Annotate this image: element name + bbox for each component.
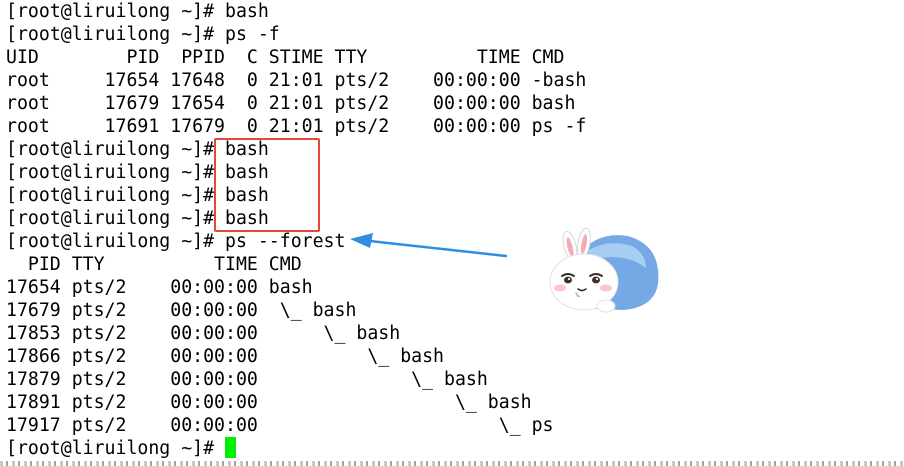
terminal-line-19: 17917 pts/2 00:00:00 \_ ps (6, 415, 554, 436)
terminal-line-13: 17654 pts/2 00:00:00 bash (6, 277, 313, 298)
terminal-line-15: 17853 pts/2 00:00:00 \_ bash (6, 323, 401, 344)
terminal-line-3: UID PID PPID C STIME TTY TIME CMD (6, 47, 565, 68)
bottom-divider (0, 461, 904, 466)
terminal-line-16: 17866 pts/2 00:00:00 \_ bash (6, 346, 444, 367)
terminal-prompt-line[interactable]: [root@liruilong ~]# (6, 437, 236, 460)
blue-arrow-icon (350, 233, 508, 258)
terminal-line-6: root 17691 17679 0 21:01 pts/2 00:00:00 … (6, 116, 587, 137)
terminal-line-2: [root@liruilong ~]# ps -f (6, 24, 280, 45)
terminal-line-1: [root@liruilong ~]# bash (6, 1, 269, 22)
terminal-line-17: 17879 pts/2 00:00:00 \_ bash (6, 369, 488, 390)
terminal-line-18: 17891 pts/2 00:00:00 \_ bash (6, 392, 532, 413)
terminal-line-14: 17679 pts/2 00:00:00 \_ bash (6, 300, 357, 321)
red-highlight-box (214, 138, 320, 232)
terminal-line-5: root 17679 17654 0 21:01 pts/2 00:00:00 … (6, 93, 576, 114)
terminal-line-12: PID TTY TIME CMD (6, 254, 302, 275)
terminal-line-4: root 17654 17648 0 21:01 pts/2 00:00:00 … (6, 70, 587, 91)
terminal-cursor (225, 437, 236, 458)
prompt-text: [root@liruilong ~]# (6, 438, 225, 459)
bunny-sticker-icon (549, 227, 659, 313)
terminal-line-11: [root@liruilong ~]# ps --forest (6, 231, 346, 252)
terminal-window[interactable]: [root@liruilong ~]# bash [root@liruilong… (0, 0, 904, 466)
